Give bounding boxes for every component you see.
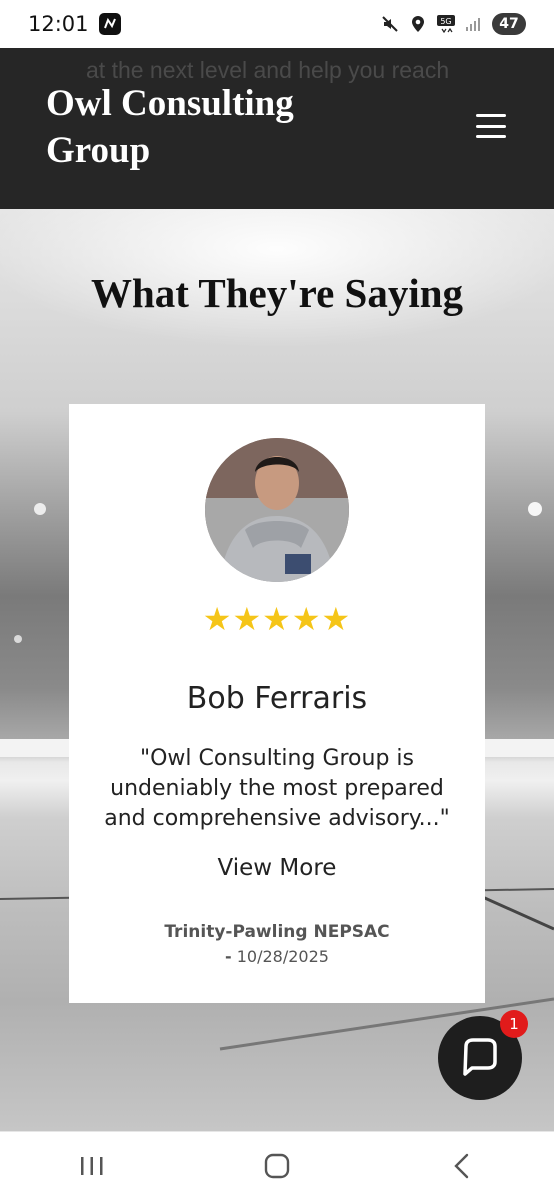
mute-icon (380, 14, 400, 34)
testimonials-section: What They're Saying ★★★★★ Bob Ferraris "… (0, 209, 554, 1131)
rating-stars: ★★★★★ (202, 600, 352, 638)
chat-notification-badge: 1 (500, 1010, 528, 1038)
testimonial-quote: "Owl Consulting Group is undeniably the … (104, 746, 450, 831)
location-icon (408, 14, 428, 34)
system-nav-bar (0, 1131, 554, 1200)
review-date-line: - 10/28/2025 (69, 947, 485, 966)
site-logo-title[interactable]: Owl Consulting Group (46, 80, 366, 174)
menu-icon[interactable] (476, 114, 506, 138)
reviewer-organization: Trinity-Pawling NEPSAC (164, 922, 390, 942)
recent-apps-button[interactable] (62, 1141, 122, 1191)
reviewer-avatar (205, 438, 349, 582)
screen: 12:01 5G 47 at the next level and help y… (0, 0, 554, 1200)
app-notification-icon (98, 13, 121, 35)
status-time: 12:01 (28, 12, 89, 36)
recent-apps-icon (81, 1157, 103, 1175)
back-icon (453, 1153, 468, 1179)
date-dash: - (225, 947, 232, 966)
home-button[interactable] (247, 1141, 307, 1191)
section-title: What They're Saying (90, 270, 464, 316)
site-header: at the next level and help you reach Owl… (0, 48, 554, 209)
status-bar: 12:01 5G 47 (0, 0, 554, 48)
svg-text:5G: 5G (440, 17, 451, 26)
reviewer-name: Bob Ferraris (186, 681, 368, 716)
battery-indicator: 47 (492, 13, 526, 35)
home-icon (264, 1153, 290, 1179)
view-more-link[interactable]: View More (69, 855, 485, 881)
5g-icon: 5G (436, 14, 456, 34)
review-date: 10/28/2025 (236, 947, 329, 966)
chat-bubble-icon (463, 1038, 497, 1076)
testimonial-card: ★★★★★ Bob Ferraris "Owl Consulting Group… (69, 404, 485, 1003)
signal-icon (464, 14, 484, 34)
back-button[interactable] (432, 1141, 492, 1191)
chat-button[interactable]: 1 (438, 1010, 528, 1100)
